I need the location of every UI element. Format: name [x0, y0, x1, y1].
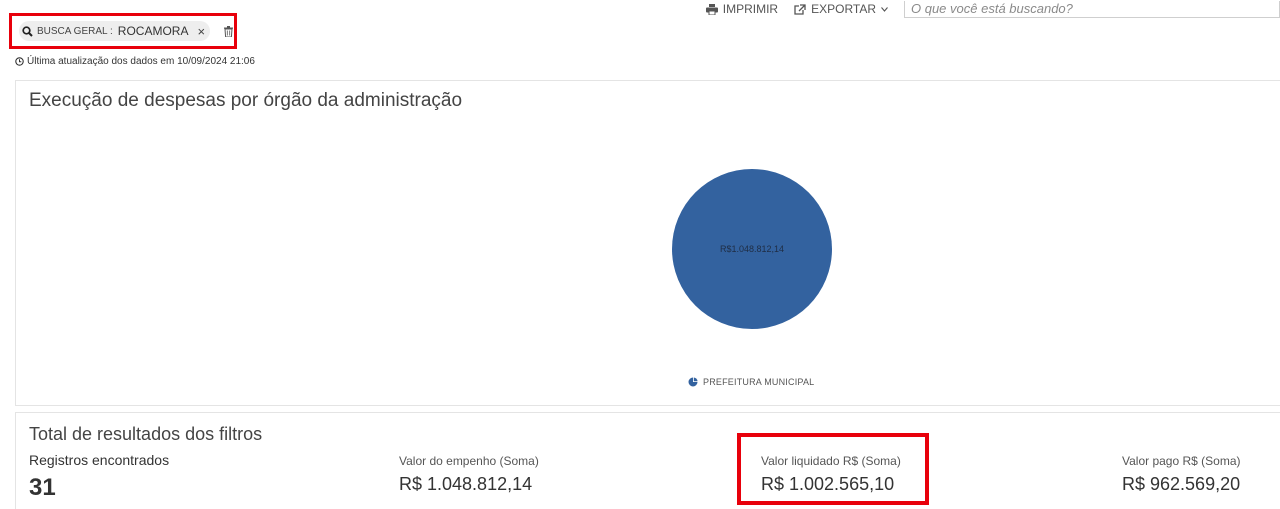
last-update-text: Última atualização dos dados em 10/09/20…: [27, 56, 255, 67]
stat-records-value: 31: [29, 474, 56, 501]
top-toolbar: IMPRIMIR EXPORTAR: [705, 0, 1280, 18]
remove-filter-icon[interactable]: ×: [197, 25, 205, 38]
printer-icon: [705, 3, 718, 15]
stat-paid-value: R$ 962.569,20: [1122, 474, 1241, 494]
stat-commitment-label: Valor do empenho (Soma): [399, 454, 539, 468]
filter-value: ROCAMORA: [117, 24, 189, 38]
export-label: EXPORTAR: [811, 2, 876, 16]
legend-item-label: PREFEITURA MUNICIPAL: [703, 377, 815, 387]
external-link-icon: [794, 3, 806, 15]
print-button[interactable]: IMPRIMIR: [705, 2, 779, 16]
last-update: Última atualização dos dados em 10/09/20…: [15, 56, 255, 67]
search-icon: [22, 25, 33, 37]
chart-title: Execução de despesas por órgão da admini…: [29, 90, 463, 111]
clear-filters-button[interactable]: [224, 25, 234, 37]
chart-panel: Execução de despesas por órgão da admini…: [15, 80, 1280, 406]
stat-paid-label: Valor pago R$ (Soma): [1122, 454, 1241, 468]
active-filter-highlight: BUSCA GERAL : ROCAMORA ×: [9, 13, 237, 49]
export-button[interactable]: EXPORTAR: [794, 2, 888, 16]
pie-slice-label: R$1.048.812,14: [720, 244, 784, 254]
pie-chart: R$1.048.812,14: [672, 169, 832, 329]
chevron-down-icon: [881, 6, 888, 12]
results-panel: Total de resultados dos filtros: [15, 412, 1280, 509]
filter-label: BUSCA GERAL :: [37, 25, 113, 37]
print-label: IMPRIMIR: [722, 2, 779, 16]
results-title: Total de resultados dos filtros: [29, 424, 263, 444]
filter-chip: BUSCA GERAL : ROCAMORA ×: [19, 21, 211, 41]
pie-chart-icon: [688, 377, 698, 387]
chart-legend[interactable]: PREFEITURA MUNICIPAL: [688, 377, 814, 387]
clock-icon: [15, 57, 24, 66]
stat-paid: Valor pago R$ (Soma) R$ 962.569,20: [1122, 454, 1241, 495]
liquidated-highlight: [737, 433, 929, 505]
trash-icon: [224, 25, 234, 37]
stat-commitment-value: R$ 1.048.812,14: [399, 474, 533, 494]
stat-commitment: Valor do empenho (Soma) R$ 1.048.812,14: [399, 454, 539, 495]
stat-records: Registros encontrados 31: [29, 452, 169, 502]
search-input[interactable]: [904, 0, 1280, 18]
stat-records-label: Registros encontrados: [29, 452, 170, 468]
